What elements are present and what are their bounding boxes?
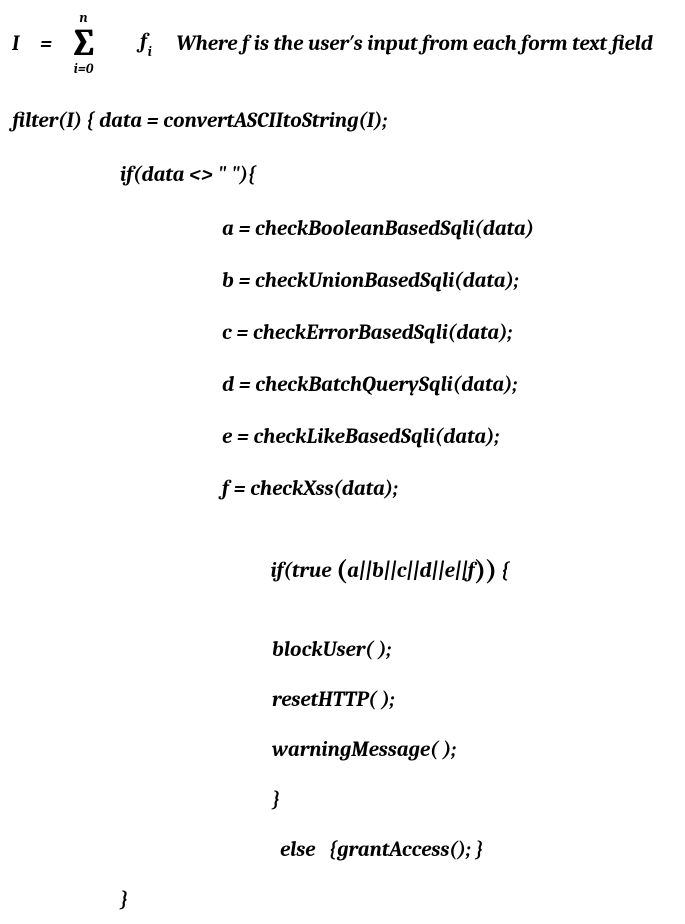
- eq-f: f: [140, 30, 148, 54]
- close-paren-outer: ): [486, 555, 497, 586]
- code-line-a: a = checkBooleanBasedSqli(data): [12, 217, 673, 241]
- code-line-e: e = checkLikeBasedSqli(data);: [12, 425, 673, 449]
- sigma: n ∑ i=0: [70, 11, 98, 75]
- sigma-lower: i=0: [74, 62, 94, 76]
- eq-summand: fi: [109, 6, 152, 81]
- code-line-if-data: if(data <> " "){: [12, 163, 673, 187]
- eq-equals: =: [35, 32, 58, 56]
- code-line-warn: warningMessage( );: [12, 738, 673, 762]
- code-line-c: c = checkErrorBasedSqli(data);: [12, 321, 673, 345]
- if-true-cond: a||b||c||d||e||f: [347, 559, 475, 583]
- eq-caption: Where f is the user′s input from each fo…: [176, 32, 653, 56]
- code-line-f: f = checkXss(data);: [12, 477, 673, 501]
- code-line-d: d = checkBatchQuerySqli(data);: [12, 373, 673, 397]
- if-true-brace: {: [502, 559, 510, 583]
- sigma-symbol: ∑: [70, 25, 98, 61]
- equation-line: I = n ∑ i=0 fi Where f is the user′s inp…: [12, 6, 673, 81]
- code-line-block: blockUser( );: [12, 638, 673, 662]
- eq-f-subscript: i: [148, 43, 153, 60]
- code-line-if-true: if(true (a||b||c||d||e||f)) {: [12, 529, 673, 608]
- code-line-filter: filter(I) { data = convertASCIItoString(…: [12, 109, 673, 133]
- open-paren: (: [336, 555, 347, 586]
- eq-lhs: I: [12, 32, 25, 56]
- pseudocode-figure: I = n ∑ i=0 fi Where f is the user′s inp…: [0, 0, 685, 924]
- code-line-close-outer: }: [12, 888, 673, 912]
- close-paren: ): [475, 555, 486, 586]
- if-true-pre: if(true: [270, 559, 336, 583]
- code-line-else: else {grantAccess(); }: [12, 838, 673, 862]
- code-line-close-inner: }: [12, 788, 673, 812]
- code-line-b: b = checkUnionBasedSqli(data);: [12, 269, 673, 293]
- code-line-reset: resetHTTP( );: [12, 688, 673, 712]
